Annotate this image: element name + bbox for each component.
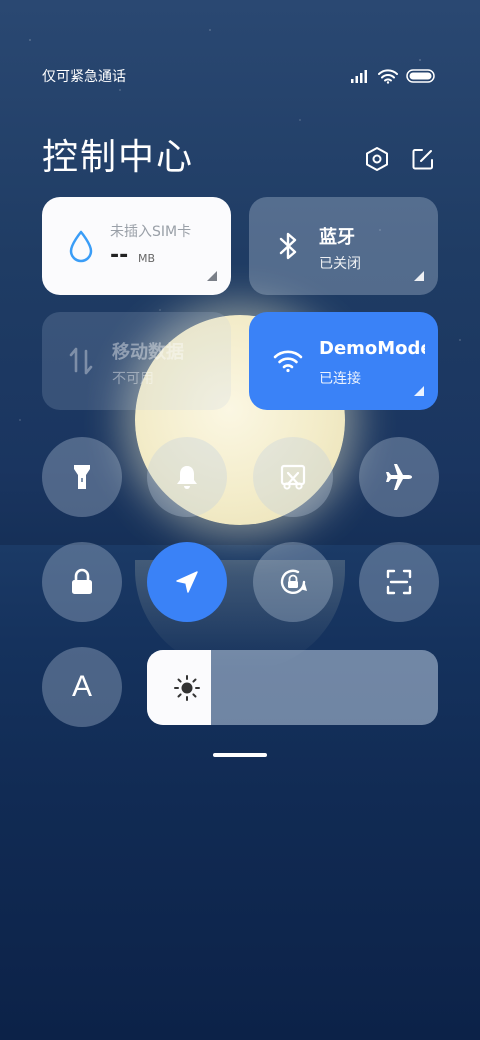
expand-corner-icon bbox=[414, 271, 424, 281]
mobile-data-title: 移动数据 bbox=[112, 342, 184, 363]
font-size-toggle[interactable]: A bbox=[42, 647, 122, 727]
page-title: 控制中心 bbox=[42, 137, 195, 178]
silent-toggle[interactable] bbox=[147, 437, 227, 517]
location-icon bbox=[176, 571, 198, 593]
signal-icon bbox=[351, 70, 367, 83]
bell-icon bbox=[177, 466, 197, 489]
lock-icon bbox=[72, 568, 92, 594]
sun-icon bbox=[174, 675, 200, 701]
edit-button[interactable] bbox=[409, 145, 437, 173]
bluetooth-tile[interactable]: 蓝牙 已关闭 bbox=[249, 197, 438, 295]
location-toggle[interactable] bbox=[147, 542, 227, 622]
mobile-data-icon bbox=[66, 344, 96, 378]
expand-corner-icon bbox=[207, 271, 217, 281]
bluetooth-title: 蓝牙 bbox=[319, 227, 355, 248]
mobile-data-tile[interactable]: 移动数据 不可用 bbox=[42, 312, 231, 410]
data-usage-label: 未插入SIM卡 bbox=[110, 224, 192, 240]
battery-icon bbox=[406, 69, 435, 83]
settings-hexagon-icon bbox=[366, 147, 388, 171]
airplane-toggle[interactable] bbox=[359, 437, 439, 517]
brightness-slider[interactable] bbox=[147, 650, 438, 725]
wifi-icon bbox=[378, 68, 398, 84]
edit-icon bbox=[412, 149, 433, 170]
expand-corner-icon bbox=[414, 386, 424, 396]
bluetooth-status: 已关闭 bbox=[319, 256, 361, 272]
bluetooth-icon bbox=[273, 229, 303, 263]
wifi-tile[interactable]: DemoMode 已连接 bbox=[249, 312, 438, 410]
scanner-toggle[interactable] bbox=[359, 542, 439, 622]
wifi-status: 已连接 bbox=[319, 371, 361, 387]
wifi-network-name: DemoMode bbox=[319, 338, 425, 359]
settings-button[interactable] bbox=[363, 145, 391, 173]
status-bar: 仅可紧急通话 bbox=[42, 66, 436, 86]
status-icons bbox=[350, 68, 436, 84]
data-usage-tile[interactable]: 未插入SIM卡 -- MB bbox=[42, 197, 231, 295]
lock-screen-toggle[interactable] bbox=[42, 542, 122, 622]
airplane-icon bbox=[386, 464, 412, 490]
rotation-lock-icon bbox=[280, 569, 307, 594]
data-usage-value: -- bbox=[110, 243, 129, 268]
carrier-text: 仅可紧急通话 bbox=[42, 69, 126, 85]
screenshot-icon bbox=[280, 464, 306, 490]
screenshot-toggle[interactable] bbox=[253, 437, 333, 517]
wifi-icon bbox=[273, 344, 303, 378]
rotation-lock-toggle[interactable] bbox=[253, 542, 333, 622]
flashlight-toggle[interactable] bbox=[42, 437, 122, 517]
home-indicator[interactable] bbox=[213, 753, 267, 757]
flashlight-icon bbox=[74, 465, 90, 489]
font-size-icon: A bbox=[71, 670, 92, 703]
data-usage-unit: MB bbox=[138, 252, 156, 265]
mobile-data-status: 不可用 bbox=[112, 371, 154, 387]
water-drop-icon bbox=[66, 229, 96, 263]
scanner-icon bbox=[386, 569, 412, 595]
